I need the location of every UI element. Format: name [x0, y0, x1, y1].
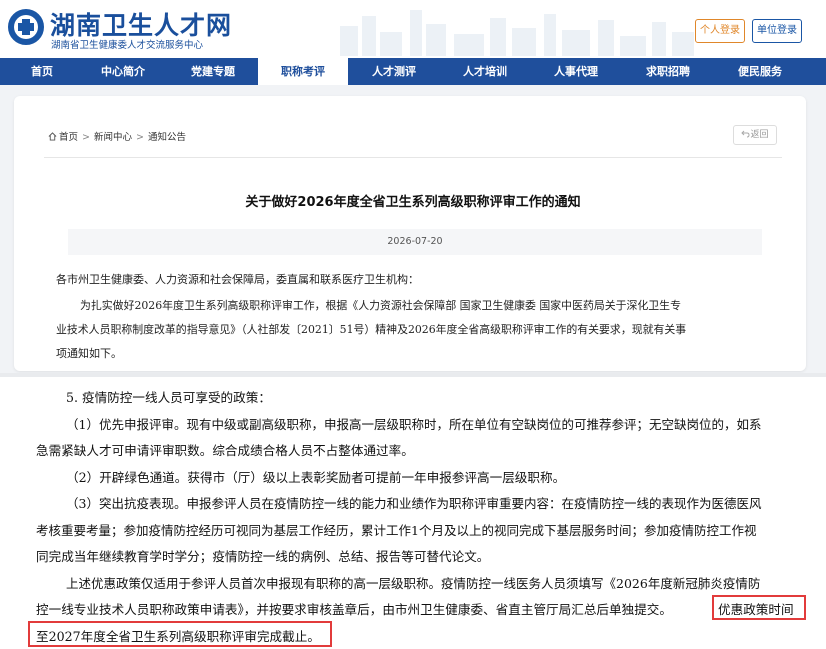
policy-line: 控一线专业技术人员职称政策申请表》，并按要求审核盖章后，由市州卫生健康委、省直主…: [36, 602, 672, 617]
skyline-decoration: [340, 10, 694, 56]
breadcrumb: 首页 > 新闻中心 > 通知公告: [48, 129, 186, 143]
policy-line: （1）优先申报评审。现有中级或副高级职称，申报高一层级职称时，所在单位有空缺岗位…: [66, 417, 762, 432]
policy-line: 上述优惠政策仅适用于参评人员首次申报现有职称的高一层级职称。疫情防控一线医务人员…: [66, 576, 761, 591]
article-paragraph-line: 业技术人员职称制度改革的指导意见》（人社部发〔2021〕51号）精神及2026年…: [56, 323, 687, 336]
site-logo-icon[interactable]: [8, 9, 44, 45]
policy-line: （3）突出抗疫表现。申报参评人员在疫情防控一线的能力和业绩作为职称评审重要内容：…: [66, 496, 762, 511]
article-date: 2026-07-20: [387, 236, 443, 247]
article-title: 关于做好2026年度全省卫生系列高级职称评审工作的通知: [245, 195, 581, 210]
nav-item-about[interactable]: 中心简介: [84, 58, 162, 85]
unit-login-button[interactable]: 单位登录: [752, 19, 802, 43]
personal-login-button[interactable]: 个人登录: [695, 19, 745, 43]
main-nav: 首页 中心简介 党建专题 职称考评 人才测评 人才培训 人事代理 求职招聘 便民…: [0, 58, 826, 85]
article-salutation: 各市州卫生健康委、人力资源和社会保障局，委直属和联系医疗卫生机构：: [56, 273, 419, 286]
nav-item-services[interactable]: 便民服务: [714, 58, 806, 85]
policy-line: （2）开辟绿色通道。获得市（厅）级以上表彰奖励者可提前一年申报参评高一层级职称。: [66, 470, 566, 485]
nav-item-training[interactable]: 人才培训: [440, 58, 530, 85]
site-subtitle: 湖南省卫生健康委人才交流服务中心: [51, 40, 204, 51]
breadcrumb-news[interactable]: 新闻中心: [94, 132, 132, 143]
breadcrumb-notice[interactable]: 通知公告: [148, 132, 186, 143]
article-paragraph-line: 为扎实做好2026年度卫生系列高级职称评审工作，根据《人力资源社会保障部 国家卫…: [80, 299, 681, 312]
policy-line: 急需紧缺人才可申请评审职数。综合成绩合格人员不占整体通过率。: [36, 443, 414, 458]
site-header: 湖南卫生人才网 湖南省卫生健康委人才交流服务中心 个人登录 单位登录: [0, 0, 826, 58]
highlight-box: [712, 595, 806, 620]
nav-item-talent-assessment[interactable]: 人才测评: [348, 58, 440, 85]
policy-line: 同完成当年继续教育学时学分；疫情防控一线的病例、总结、报告等可替代论文。: [36, 549, 490, 564]
article-meta-bar: 2026-07-20: [68, 229, 762, 255]
breadcrumb-home[interactable]: 首页: [59, 132, 78, 143]
breadcrumb-separator: >: [82, 132, 90, 143]
nav-item-personnel-agency[interactable]: 人事代理: [530, 58, 622, 85]
nav-item-party[interactable]: 党建专题: [168, 58, 258, 85]
back-button[interactable]: 返回: [733, 125, 777, 145]
policy-line: 考核重要考量；参加疫情防控经历可视同为基层工作经历，累计工作1个月及以上的视同完…: [36, 523, 757, 538]
nav-item-title-evaluation[interactable]: 职称考评: [258, 58, 348, 85]
back-label: 返回: [750, 130, 769, 140]
divider: [44, 157, 782, 158]
article-paragraph-line: 项通知如下。: [56, 347, 122, 360]
breadcrumb-separator: >: [136, 132, 144, 143]
home-icon: [48, 132, 57, 141]
nav-item-jobs[interactable]: 求职招聘: [622, 58, 714, 85]
policy-heading: 5. 疫情防控一线人员可享受的政策：: [66, 390, 271, 405]
nav-item-home[interactable]: 首页: [0, 58, 84, 85]
highlight-box: [28, 621, 332, 647]
document-excerpt: 5. 疫情防控一线人员可享受的政策： （1）优先申报评审。现有中级或副高级职称，…: [0, 377, 826, 649]
